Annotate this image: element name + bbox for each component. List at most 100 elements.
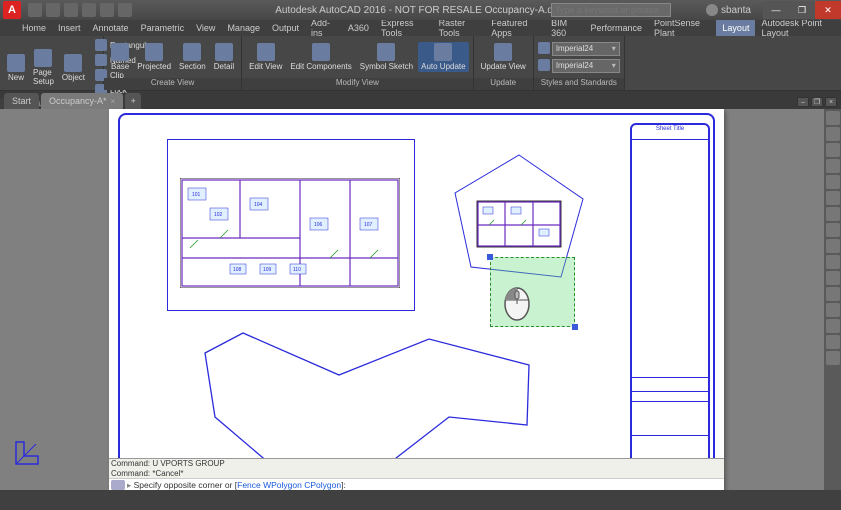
ribbon-tab-express-tools[interactable]: Express Tools xyxy=(375,20,433,36)
help-search-input[interactable] xyxy=(551,3,671,17)
style2-icon xyxy=(538,59,550,71)
nav-tool-9[interactable] xyxy=(826,255,840,269)
nav-tool-15[interactable] xyxy=(826,351,840,365)
edit-view-icon xyxy=(257,43,275,61)
floor-plan-large: 101 102 104 106 107 108 109 110 xyxy=(180,178,400,288)
ribbon-tab-output[interactable]: Output xyxy=(266,20,305,36)
viewport-1[interactable]: 101 102 104 106 107 108 109 110 xyxy=(167,139,415,311)
nav-tool-0[interactable] xyxy=(826,111,840,125)
workspace: – ❐ × 101 102 104 106 107 108 109 1 xyxy=(0,109,841,490)
qat-print-icon[interactable] xyxy=(118,3,132,17)
ribbon-tab-bim-360[interactable]: BIM 360 xyxy=(545,20,584,36)
qat-save-icon[interactable] xyxy=(64,3,78,17)
nav-tool-10[interactable] xyxy=(826,271,840,285)
ribbon-tab-a360[interactable]: A360 xyxy=(342,20,375,36)
qat-new-icon[interactable] xyxy=(28,3,42,17)
svg-text:107: 107 xyxy=(364,222,373,228)
document-tab[interactable]: Occupancy-A*× xyxy=(41,93,123,109)
svg-text:102: 102 xyxy=(214,212,223,218)
nav-tool-7[interactable] xyxy=(826,223,840,237)
ribbon-tab-insert[interactable]: Insert xyxy=(52,20,87,36)
update-view-button[interactable]: Update View xyxy=(478,42,529,72)
document-tab-strip: StartOccupancy-A*×+ xyxy=(0,91,841,109)
svg-text:104: 104 xyxy=(254,202,263,208)
nav-tool-11[interactable] xyxy=(826,287,840,301)
nav-tool-1[interactable] xyxy=(826,127,840,141)
ribbon-tab-featured-apps[interactable]: Featured Apps xyxy=(485,20,545,36)
symbol-icon xyxy=(377,43,395,61)
ribbon-tab-raster-tools[interactable]: Raster Tools xyxy=(433,20,486,36)
drawing-standard-combo[interactable]: Imperial24 xyxy=(552,42,620,56)
auto-update-button[interactable]: Auto Update xyxy=(418,42,468,72)
ribbon-tab-layout[interactable]: Layout xyxy=(716,20,755,36)
base-view-button[interactable]: Base xyxy=(108,42,132,72)
status-bar[interactable] xyxy=(0,490,841,510)
nav-tool-8[interactable] xyxy=(826,239,840,253)
edit-view-button[interactable]: Edit View xyxy=(246,42,285,72)
projected-icon xyxy=(145,43,163,61)
nav-tool-5[interactable] xyxy=(826,191,840,205)
edit-components-button[interactable]: Edit Components xyxy=(287,42,354,72)
nav-tool-14[interactable] xyxy=(826,335,840,349)
command-line-window[interactable]: Command: U VPORTS GROUPCommand: *Cancel*… xyxy=(109,458,724,490)
symbol-sketch-button[interactable]: Symbol Sketch xyxy=(357,42,416,72)
close-tab-icon[interactable]: × xyxy=(111,97,116,106)
ribbon-tab-add-ins[interactable]: Add-ins xyxy=(305,20,342,36)
title-block[interactable]: Sheet Title xyxy=(630,123,710,491)
paper-space[interactable]: 101 102 104 106 107 108 109 110 xyxy=(109,109,724,507)
ribbon-tab-autodesk-point-layout[interactable]: Autodesk Point Layout xyxy=(755,20,841,36)
svg-text:110: 110 xyxy=(293,267,301,273)
nav-tool-2[interactable] xyxy=(826,143,840,157)
qat-open-icon[interactable] xyxy=(46,3,60,17)
new-tab-button[interactable]: + xyxy=(125,93,141,109)
minimize-button[interactable]: — xyxy=(763,1,789,19)
app-logo[interactable]: A xyxy=(3,1,21,19)
user-menu[interactable]: sbanta xyxy=(706,4,751,16)
new-layout-icon xyxy=(7,54,25,72)
projected-view-button[interactable]: Projected xyxy=(134,42,174,72)
quick-access-toolbar xyxy=(28,3,132,17)
panel-styles: Imperial24 Imperial24 Styles and Standar… xyxy=(534,36,625,90)
page-setup-button[interactable]: Page Setup xyxy=(30,48,57,87)
nav-tool-12[interactable] xyxy=(826,303,840,317)
mdi-close-button[interactable]: × xyxy=(825,97,837,107)
ribbon-tab-performance[interactable]: Performance xyxy=(585,20,649,36)
panel-styles-title: Styles and Standards xyxy=(534,78,624,90)
selection-grip-end[interactable] xyxy=(572,324,578,330)
mdi-minimize-button[interactable]: – xyxy=(797,97,809,107)
ribbon-tab-annotate[interactable]: Annotate xyxy=(87,20,135,36)
qat-undo-icon[interactable] xyxy=(82,3,96,17)
ribbon-tab-parametric[interactable]: Parametric xyxy=(135,20,191,36)
svg-text:101: 101 xyxy=(192,192,201,198)
qat-redo-icon[interactable] xyxy=(100,3,114,17)
ucs-icon[interactable] xyxy=(14,436,44,466)
close-button[interactable]: ✕ xyxy=(815,1,841,19)
svg-text:109: 109 xyxy=(263,267,272,273)
maximize-button[interactable]: ❐ xyxy=(789,1,815,19)
new-layout-button[interactable]: New xyxy=(4,53,28,83)
ribbon-tab-view[interactable]: View xyxy=(190,20,221,36)
ribbon-tab-home[interactable]: Home xyxy=(16,20,52,36)
selection-grip-start[interactable] xyxy=(487,254,493,260)
command-history: Command: U VPORTS GROUPCommand: *Cancel*… xyxy=(109,459,724,479)
ribbon-tab-manage[interactable]: Manage xyxy=(221,20,266,36)
ribbon-tab-pointsense-plant[interactable]: PointSense Plant xyxy=(648,20,716,36)
detail-view-button[interactable]: Detail xyxy=(211,42,237,72)
panel-layout: New Page Setup Object Rectangular Named … xyxy=(0,36,104,90)
document-tab[interactable]: Start xyxy=(4,93,39,109)
style1-icon xyxy=(538,42,550,54)
thread-style-combo[interactable]: Imperial24 xyxy=(552,59,620,73)
base-icon xyxy=(111,43,129,61)
nav-tool-4[interactable] xyxy=(826,175,840,189)
page-setup-icon xyxy=(34,49,52,67)
nav-tool-3[interactable] xyxy=(826,159,840,173)
panel-create-view: Base Projected Section Detail Create Vie… xyxy=(104,36,242,90)
nav-tool-13[interactable] xyxy=(826,319,840,333)
nav-tool-6[interactable] xyxy=(826,207,840,221)
svg-text:106: 106 xyxy=(314,222,323,228)
insert-object-button[interactable]: Object xyxy=(59,53,88,83)
section-view-button[interactable]: Section xyxy=(176,42,209,72)
mdi-restore-button[interactable]: ❐ xyxy=(811,97,823,107)
mouse-cursor-icon xyxy=(503,287,531,321)
panel-modify-view-title: Modify View xyxy=(242,78,472,90)
